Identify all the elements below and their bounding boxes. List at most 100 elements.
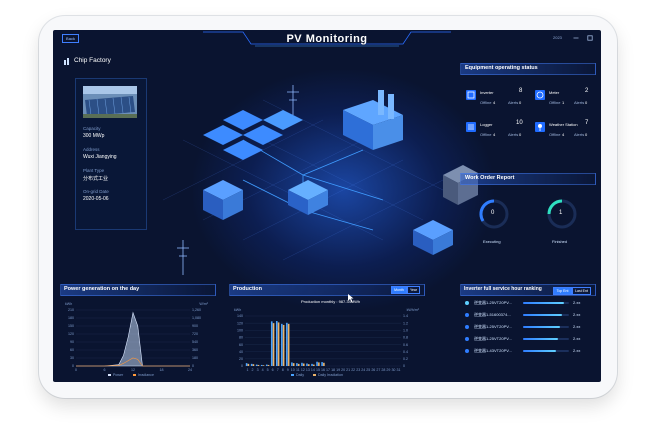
legend-irradiance-swatch: [133, 374, 136, 376]
y-tick-label: 0: [241, 364, 243, 368]
alerts-label: Alerts: [574, 100, 585, 105]
y-tick-label: 120: [237, 321, 243, 325]
bar-daily: [270, 321, 273, 366]
bar-daily: [321, 362, 323, 366]
y-tick-label-right: 900: [192, 324, 198, 328]
finished-value: 1: [559, 210, 563, 216]
bar-daily: [281, 323, 283, 366]
equipment-name: Inverter: [480, 90, 494, 95]
legend-daily-label: Daily: [296, 373, 304, 377]
y-tick-label-right: 1,260: [192, 308, 201, 312]
dashboard-screen: Back PV Monitoring 2023 Chip Factory Cap…: [53, 30, 601, 382]
rank-value: 2.xx: [573, 348, 581, 353]
y-tick-label: 90: [70, 340, 74, 344]
bar-daily: [311, 363, 313, 366]
x-tick-label: 30: [391, 368, 395, 372]
rank-dot: [465, 313, 469, 317]
factory-buildings: [343, 90, 403, 150]
y-tick-label-right: 360: [192, 348, 198, 352]
fullscreen-icon[interactable]: [587, 35, 593, 41]
x-tick-label: 15: [316, 368, 320, 372]
x-tick-label: 26: [371, 368, 375, 372]
y-tick-label: 150: [68, 324, 74, 328]
bar-daily: [245, 363, 248, 366]
ranking-row[interactable]: 逆变器1-25VT20PV... 2.xx: [465, 324, 593, 334]
last-ent-button[interactable]: Last Ent: [572, 287, 591, 295]
capacity-value: 300 MWp: [83, 133, 105, 139]
year-button[interactable]: Year: [407, 286, 420, 294]
x-tick-label: 3: [257, 368, 259, 372]
x-tick-label: 2: [252, 368, 254, 372]
y-tick-label-right: 720: [192, 332, 198, 336]
x-tick-label: 11: [296, 368, 300, 372]
legend-power-swatch: [108, 374, 111, 376]
top-ent-button[interactable]: Top Ent: [553, 287, 572, 295]
bar-irradiation: [297, 363, 300, 366]
x-tick-label: 24: [361, 368, 365, 372]
rank-value: 2.xx: [573, 300, 581, 305]
bar-daily: [260, 364, 263, 366]
y-tick-label: 40: [239, 350, 243, 354]
y-tick-label-right: 1.2: [403, 321, 408, 325]
x-tick-label: 14: [311, 368, 315, 372]
work-order-title: Work Order Report: [465, 175, 515, 181]
bar-irradiation: [323, 362, 325, 366]
bar-irradiation: [252, 364, 255, 366]
y-axis-unit-right: W/m²: [199, 302, 208, 306]
plant-type-label: Plant Type: [83, 168, 105, 173]
legend-irradiation-swatch: [313, 374, 316, 376]
x-tick-label: 17: [326, 368, 330, 372]
y-tick-label: 60: [239, 343, 243, 347]
logger-icon: [466, 122, 476, 132]
bar-daily: [265, 364, 268, 366]
y-tick-label-right: 0.2: [403, 357, 408, 361]
x-tick-label: 31: [396, 368, 400, 372]
minimize-icon[interactable]: [573, 35, 579, 41]
month-button[interactable]: Month: [391, 286, 407, 294]
ranking-row[interactable]: 逆变器1-43VT20PV... 2.xx: [465, 348, 593, 358]
x-tick-label: 16: [321, 368, 325, 372]
alerts-label: Alerts: [574, 132, 585, 137]
y-tick-label-right: 1.4: [403, 314, 408, 318]
clock: 2023: [553, 35, 562, 40]
y-tick-label: 0: [72, 364, 74, 368]
bar-irradiation: [262, 365, 265, 366]
ranking-row[interactable]: 逆变器1-51600374... 2.xx: [465, 312, 593, 322]
y-tick-label-right: 1.0: [403, 328, 408, 332]
offline-label: Offline: [549, 132, 561, 137]
factory-photo: [83, 86, 137, 118]
y-tick-label-right: 0: [403, 364, 405, 368]
bar-irradiation: [318, 362, 320, 366]
rank-bar-track: [523, 350, 569, 352]
rank-bar-fill: [523, 326, 560, 328]
x-tick-label: 29: [386, 368, 390, 372]
rank-dot: [465, 349, 469, 353]
x-tick-label: 22: [351, 368, 355, 372]
alerts-label: Alerts: [508, 132, 519, 137]
x-tick-label: 25: [366, 368, 370, 372]
factory-icon: [64, 58, 69, 65]
ranking-row[interactable]: 逆变器1-25VT20PV... 2.xx: [465, 336, 593, 346]
y-tick-label-right: 1,080: [192, 316, 201, 320]
x-tick-label: 8: [282, 368, 284, 372]
address-label: Address: [83, 147, 100, 152]
legend-irradiation-label: Daily Irradiation: [318, 373, 343, 377]
inverter-icon: [466, 90, 476, 100]
bar-irradiation: [287, 323, 290, 366]
y-tick-label: 180: [68, 316, 74, 320]
y-tick-label-right: 540: [192, 340, 198, 344]
rank-dot: [465, 337, 469, 341]
plant-type-value: 分布式工业: [83, 176, 109, 182]
address-value: Wuxi Jiangying: [83, 154, 117, 160]
legend-daily-swatch: [291, 374, 294, 376]
alerts-value: 0: [519, 132, 522, 137]
x-tick-label: 6: [272, 368, 274, 372]
bar-daily: [296, 363, 298, 366]
x-tick-label: 12: [301, 368, 305, 372]
legend-irradiance-label: Irradiance: [138, 373, 154, 377]
bar-irradiation: [302, 363, 305, 366]
power-day-title: Power generation on the day: [64, 286, 140, 292]
y-axis-unit-right: kWh/m²: [407, 308, 420, 312]
x-tick-label: 20: [341, 368, 345, 372]
ranking-row[interactable]: 逆变器1-25VT20PV... 2.xx: [465, 300, 593, 310]
